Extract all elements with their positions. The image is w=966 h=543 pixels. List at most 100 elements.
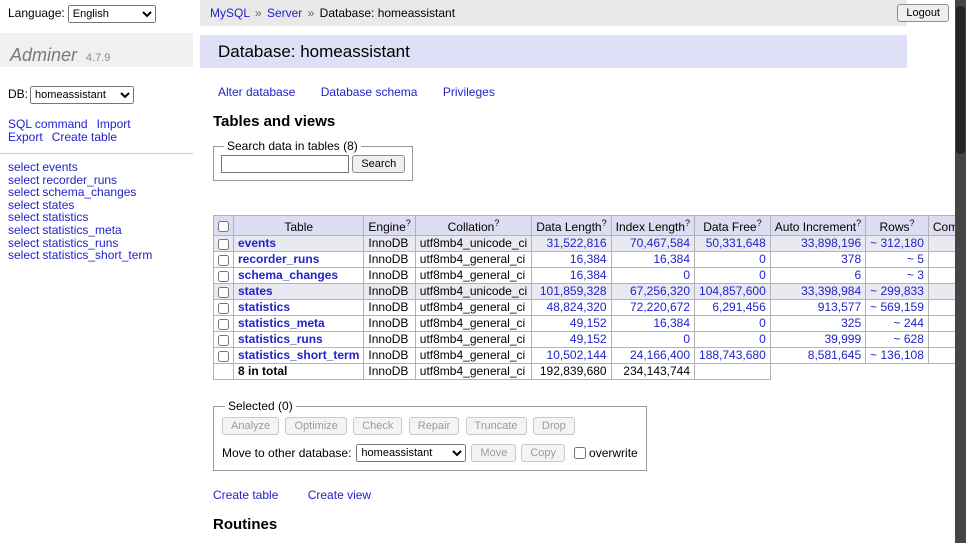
table-name-link[interactable]: states <box>238 284 273 298</box>
alter-database-link[interactable]: Alter database <box>218 85 295 99</box>
sql-command-link[interactable]: SQL command <box>8 117 88 131</box>
import-link[interactable]: Import <box>97 117 131 131</box>
index-length-link[interactable]: 24,166,400 <box>630 348 690 362</box>
auto-increment-link[interactable]: 378 <box>841 252 861 266</box>
data-length-link[interactable]: 16,384 <box>570 252 607 266</box>
breadcrumb-link-mysql[interactable]: MySQL <box>210 6 250 20</box>
index-length-link[interactable]: 0 <box>683 268 690 282</box>
select-link[interactable]: select <box>8 160 39 174</box>
rows-count-link[interactable]: ~ 299,833 <box>870 284 924 298</box>
drop-button[interactable]: Drop <box>533 417 575 435</box>
create-table-main-link[interactable]: Create table <box>213 488 278 502</box>
data-free-link[interactable]: 0 <box>759 332 766 346</box>
auto-increment-link[interactable]: 33,398,984 <box>801 284 861 298</box>
scrollbar[interactable] <box>955 0 966 543</box>
table-name-link[interactable]: recorder_runs <box>238 252 319 266</box>
table-name-link[interactable]: events <box>238 236 276 250</box>
data-free-link[interactable]: 0 <box>759 268 766 282</box>
select-link[interactable]: select <box>8 223 39 237</box>
rows-count-link[interactable]: ~ 312,180 <box>870 236 924 250</box>
scrollbar-thumb[interactable] <box>956 6 965 154</box>
row-checkbox[interactable] <box>218 335 229 346</box>
table-link[interactable]: events <box>42 160 77 174</box>
logout-button[interactable]: Logout <box>897 4 949 22</box>
language-select[interactable]: English <box>68 5 156 23</box>
rows-count-link[interactable]: ~ 136,108 <box>870 348 924 362</box>
doc-help-link[interactable]: ? <box>856 218 861 228</box>
index-length-link[interactable]: 16,384 <box>653 316 690 330</box>
privileges-link[interactable]: Privileges <box>443 85 495 99</box>
row-checkbox[interactable] <box>218 287 229 298</box>
data-free-link[interactable]: 0 <box>759 316 766 330</box>
index-length-link[interactable]: 16,384 <box>653 252 690 266</box>
row-checkbox[interactable] <box>218 303 229 314</box>
doc-help-link[interactable]: ? <box>494 218 499 228</box>
data-length-link[interactable]: 101,859,328 <box>540 284 607 298</box>
auto-increment-link[interactable]: 33,898,196 <box>801 236 861 250</box>
data-free-link[interactable]: 188,743,680 <box>699 348 766 362</box>
doc-help-link[interactable]: ? <box>757 218 762 228</box>
check-button[interactable]: Check <box>353 417 402 435</box>
index-length-link[interactable]: 0 <box>683 332 690 346</box>
copy-button[interactable]: Copy <box>521 444 565 462</box>
table-name-link[interactable]: schema_changes <box>238 268 338 282</box>
doc-help-link[interactable]: ? <box>685 218 690 228</box>
table-name-link[interactable]: statistics <box>238 300 290 314</box>
data-length-link[interactable]: 48,824,320 <box>547 300 607 314</box>
rows-count-link[interactable]: ~ 5 <box>907 252 924 266</box>
auto-increment-link[interactable]: 39,999 <box>824 332 861 346</box>
index-length-link[interactable]: 67,256,320 <box>630 284 690 298</box>
optimize-button[interactable]: Optimize <box>285 417 346 435</box>
auto-increment-link[interactable]: 913,577 <box>818 300 861 314</box>
doc-help-link[interactable]: ? <box>910 218 915 228</box>
auto-increment-link[interactable]: 325 <box>841 316 861 330</box>
data-length-link[interactable]: 10,502,144 <box>547 348 607 362</box>
row-checkbox[interactable] <box>218 351 229 362</box>
export-link[interactable]: Export <box>8 130 43 144</box>
rows-count-link[interactable]: ~ 3 <box>907 268 924 282</box>
rows-count-link[interactable]: ~ 628 <box>894 332 924 346</box>
move-button[interactable]: Move <box>471 444 516 462</box>
create-table-link[interactable]: Create table <box>52 130 117 144</box>
table-name-link[interactable]: statistics_meta <box>238 316 325 330</box>
row-checkbox[interactable] <box>218 271 229 282</box>
data-length-link[interactable]: 31,522,816 <box>547 236 607 250</box>
rows-count-link[interactable]: ~ 569,159 <box>870 300 924 314</box>
select-link[interactable]: select <box>8 248 39 262</box>
auto-increment-link[interactable]: 6 <box>854 268 861 282</box>
data-free-link[interactable]: 104,857,600 <box>699 284 766 298</box>
db-select[interactable]: homeassistant <box>30 86 134 104</box>
breadcrumb-link-server[interactable]: Server <box>267 6 302 20</box>
database-schema-link[interactable]: Database schema <box>321 85 418 99</box>
data-free-link[interactable]: 0 <box>759 252 766 266</box>
data-length-link[interactable]: 16,384 <box>570 268 607 282</box>
analyze-button[interactable]: Analyze <box>222 417 279 435</box>
row-checkbox[interactable] <box>218 239 229 250</box>
index-length-link[interactable]: 70,467,584 <box>630 236 690 250</box>
table-link[interactable]: statistics_short_term <box>42 248 152 262</box>
doc-help-link[interactable]: ? <box>602 218 607 228</box>
create-view-link[interactable]: Create view <box>308 488 371 502</box>
select-all-checkbox[interactable] <box>218 221 229 232</box>
overwrite-checkbox[interactable] <box>574 447 586 459</box>
row-checkbox[interactable] <box>218 319 229 330</box>
data-free-link[interactable]: 50,331,648 <box>706 236 766 250</box>
rows-count-link[interactable]: ~ 244 <box>894 316 924 330</box>
data-length-link[interactable]: 49,152 <box>570 316 607 330</box>
search-button[interactable]: Search <box>352 155 405 173</box>
overwrite-label[interactable]: overwrite <box>589 446 638 460</box>
table-name-link[interactable]: statistics_runs <box>238 332 323 346</box>
truncate-button[interactable]: Truncate <box>466 417 527 435</box>
table-link[interactable]: statistics_meta <box>42 223 121 237</box>
move-db-select[interactable]: homeassistant <box>356 444 466 462</box>
data-free-link[interactable]: 6,291,456 <box>712 300 765 314</box>
repair-button[interactable]: Repair <box>409 417 459 435</box>
auto-increment-link[interactable]: 8,581,645 <box>808 348 861 362</box>
data-length-link[interactable]: 49,152 <box>570 332 607 346</box>
row-checkbox[interactable] <box>218 255 229 266</box>
table-name-link[interactable]: statistics_short_term <box>238 348 359 362</box>
doc-help-link[interactable]: ? <box>406 218 411 228</box>
index-length-link[interactable]: 72,220,672 <box>630 300 690 314</box>
table-row: states InnoDB utf8mb4_unicode_ci 101,859… <box>214 284 966 300</box>
search-input[interactable] <box>221 155 349 173</box>
